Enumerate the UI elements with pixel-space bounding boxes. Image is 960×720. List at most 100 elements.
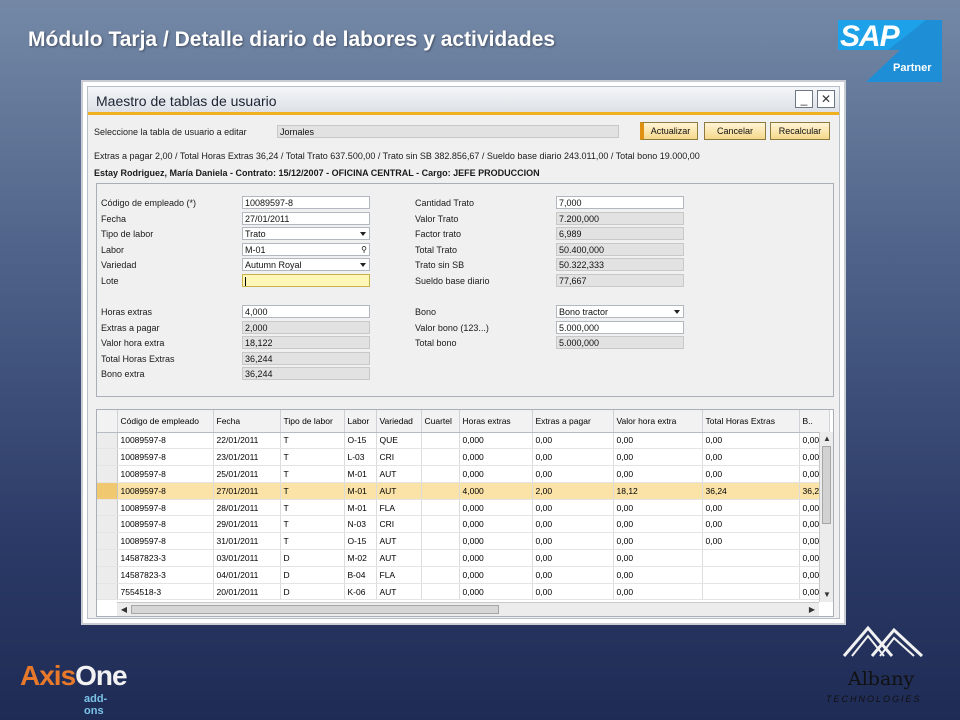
table-cell[interactable]: FLA [376, 566, 422, 584]
table-cell[interactable] [421, 482, 460, 500]
table-cell[interactable]: 0,00 [532, 432, 614, 450]
table-cell[interactable] [421, 583, 460, 601]
table-row[interactable]: 10089597-8 29/01/2011 T N-03 CRI 0,000 0,00 0,0… [97, 515, 830, 534]
table-cell[interactable]: 0,00 [702, 532, 800, 551]
close-button[interactable]: ✕ [817, 90, 835, 108]
table-cell[interactable]: CRI [376, 448, 422, 467]
table-cell[interactable]: 4,000 [459, 482, 533, 500]
table-cell[interactable]: O-15 [344, 532, 377, 551]
column-header[interactable]: Cuartel [421, 410, 460, 433]
table-cell[interactable]: 0,00 [532, 448, 614, 467]
table-row[interactable]: 10089597-8 31/01/2011 T O-15 AUT 0,000 0,00 0,0… [97, 532, 830, 551]
table-cell[interactable]: T [280, 499, 345, 517]
overtime-hours-field[interactable]: 4,000 [242, 305, 370, 318]
table-cell[interactable]: 0,00 [532, 465, 614, 483]
table-cell[interactable]: AUT [376, 465, 422, 483]
table-cell[interactable] [421, 549, 460, 567]
table-cell[interactable]: 0,00 [532, 566, 614, 584]
table-cell[interactable] [421, 465, 460, 483]
cancel-button[interactable]: Cancelar [704, 122, 766, 140]
table-cell[interactable]: O-15 [344, 432, 377, 450]
table-cell[interactable] [421, 448, 460, 467]
table-cell[interactable]: 10089597-8 [117, 515, 214, 534]
table-cell[interactable] [421, 432, 460, 450]
table-cell[interactable]: T [280, 432, 345, 450]
table-cell[interactable]: AUT [376, 482, 422, 500]
table-cell[interactable]: 0,00 [532, 583, 614, 601]
table-cell[interactable]: 0,00 [613, 499, 703, 517]
recalculate-button[interactable]: Recalcular [770, 122, 830, 140]
table-cell[interactable]: 0,000 [459, 499, 533, 517]
table-cell[interactable]: 10089597-8 [117, 465, 214, 483]
row-header[interactable] [97, 465, 118, 483]
table-row[interactable]: 14587823-3 04/01/2011 D B-04 FLA 0,000 0,00 0,0… [97, 566, 830, 584]
row-header[interactable] [97, 448, 118, 467]
table-cell[interactable]: 7554518-3 [117, 583, 214, 601]
table-cell[interactable]: AUT [376, 549, 422, 567]
row-header[interactable] [97, 549, 118, 567]
table-cell[interactable]: 0,000 [459, 448, 533, 467]
table-cell[interactable]: FLA [376, 499, 422, 517]
table-cell[interactable]: 0,00 [613, 532, 703, 551]
table-cell[interactable]: 2,00 [532, 482, 614, 500]
column-header[interactable]: Valor hora extra [613, 410, 703, 433]
row-header[interactable] [97, 566, 118, 584]
table-cell[interactable]: L-03 [344, 448, 377, 467]
table-cell[interactable]: 04/01/2011 [213, 566, 281, 584]
table-cell[interactable] [702, 583, 800, 601]
table-row[interactable]: 10089597-8 23/01/2011 T L-03 CRI 0,000 0,00 0,0… [97, 448, 830, 467]
table-cell[interactable]: 23/01/2011 [213, 448, 281, 467]
table-cell[interactable]: 0,00 [702, 515, 800, 534]
column-header[interactable]: Extras a pagar [532, 410, 614, 433]
table-cell[interactable]: 0,000 [459, 566, 533, 584]
table-cell[interactable]: 10089597-8 [117, 499, 214, 517]
table-cell[interactable]: 0,00 [532, 499, 614, 517]
table-cell[interactable]: 10089597-8 [117, 532, 214, 551]
table-row[interactable]: 10089597-8 22/01/2011 T O-15 QUE 0,000 0,00 0,0… [97, 432, 830, 450]
vertical-scroll-thumb[interactable] [822, 446, 831, 524]
table-cell[interactable]: 0,000 [459, 549, 533, 567]
minimize-button[interactable]: _ [795, 90, 813, 108]
table-cell[interactable]: T [280, 465, 345, 483]
window-titlebar[interactable]: Maestro de tablas de usuario _ ✕ [88, 87, 839, 115]
table-cell[interactable]: 10089597-8 [117, 432, 214, 450]
table-cell[interactable]: D [280, 549, 345, 567]
table-cell[interactable]: D [280, 566, 345, 584]
table-cell[interactable] [702, 566, 800, 584]
row-header[interactable] [97, 532, 118, 551]
table-cell[interactable]: 0,000 [459, 515, 533, 534]
table-row[interactable]: 10089597-8 25/01/2011 T M-01 AUT 0,000 0,00 0,0… [97, 465, 830, 483]
search-icon[interactable]: ⚲ [361, 244, 367, 255]
table-cell[interactable]: 29/01/2011 [213, 515, 281, 534]
date-field[interactable]: 27/01/2011 [242, 212, 370, 225]
row-header[interactable] [97, 515, 118, 534]
table-cell[interactable]: 03/01/2011 [213, 549, 281, 567]
table-cell[interactable]: 20/01/2011 [213, 583, 281, 601]
table-cell[interactable]: M-02 [344, 549, 377, 567]
scroll-left-icon[interactable]: ◀ [118, 604, 130, 616]
table-row[interactable]: 10089597-8 27/01/2011 T M-01 AUT 4,000 2,00 18,… [97, 482, 830, 500]
table-cell[interactable]: 36,24 [702, 482, 800, 500]
table-cell[interactable] [702, 549, 800, 567]
table-cell[interactable]: 0,000 [459, 432, 533, 450]
table-cell[interactable]: T [280, 482, 345, 500]
table-cell[interactable]: CRI [376, 515, 422, 534]
table-cell[interactable]: 0,00 [532, 515, 614, 534]
table-cell[interactable]: 0,00 [532, 549, 614, 567]
table-cell[interactable]: 0,000 [459, 532, 533, 551]
table-cell[interactable]: 14587823-3 [117, 549, 214, 567]
table-cell[interactable]: 0,00 [702, 432, 800, 450]
table-cell[interactable]: M-01 [344, 482, 377, 500]
table-cell[interactable]: QUE [376, 432, 422, 450]
table-cell[interactable]: 10089597-8 [117, 482, 214, 500]
lot-field[interactable] [242, 274, 370, 287]
table-cell[interactable] [421, 566, 460, 584]
table-cell[interactable] [421, 499, 460, 517]
table-row[interactable]: 7554518-3 20/01/2011 D K-06 AUT 0,000 0,00 0,00… [97, 583, 830, 601]
table-cell[interactable]: T [280, 532, 345, 551]
table-cell[interactable] [421, 515, 460, 534]
table-cell[interactable]: 0,000 [459, 465, 533, 483]
table-row[interactable]: 10089597-8 28/01/2011 T M-01 FLA 0,000 0,00 0,0… [97, 499, 830, 517]
table-cell[interactable]: 27/01/2011 [213, 482, 281, 500]
bonus-value-field[interactable]: 5.000,000 [556, 321, 684, 334]
